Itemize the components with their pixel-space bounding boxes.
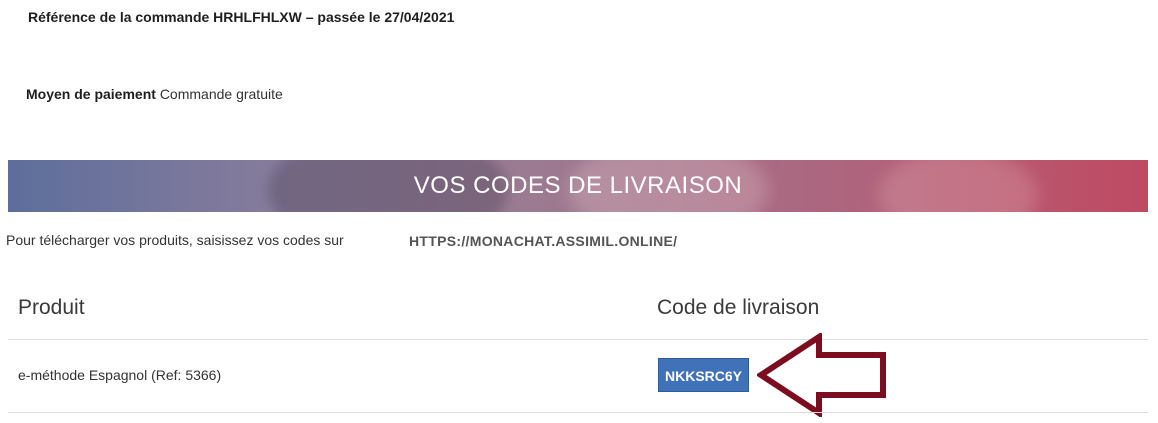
payment-method: Moyen de paiement Commande gratuite (26, 86, 283, 102)
delivery-codes-banner: VOS CODES DE LIVRAISON (8, 160, 1148, 212)
payment-method-value: Commande gratuite (159, 86, 283, 102)
left-arrow-icon (757, 333, 886, 417)
download-url-link[interactable]: HTTPS://MONACHAT.ASSIMIL.ONLINE/ (409, 233, 677, 249)
order-details-page: Référence de la commande HRHLFHLXW – pas… (0, 0, 1158, 423)
payment-method-label: Moyen de paiement (26, 86, 156, 102)
table-divider (8, 412, 1148, 413)
banner-title: VOS CODES DE LIVRAISON (413, 172, 743, 199)
order-reference: Référence de la commande HRHLFHLXW – pas… (28, 9, 455, 25)
column-header-product: Produit (18, 296, 85, 319)
table-row-product: e-méthode Espagnol (Ref: 5366) (18, 367, 222, 383)
table-divider (8, 339, 1148, 340)
column-header-code: Code de livraison (657, 296, 820, 319)
download-instructions: Pour télécharger vos produits, saisissez… (6, 232, 344, 248)
delivery-code-badge[interactable]: NKKSRC6Y (658, 358, 749, 392)
